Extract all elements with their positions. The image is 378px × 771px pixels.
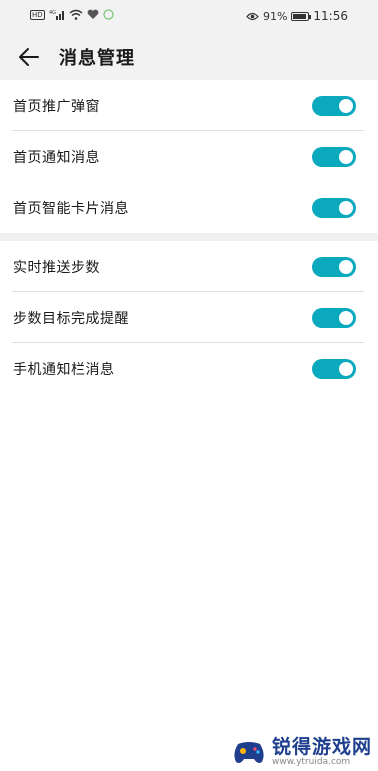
hd-icon: HD [30, 9, 45, 20]
eye-icon [246, 12, 259, 21]
battery-icon [291, 11, 312, 21]
watermark: 锐得游戏网 www.ytruida.com [232, 737, 372, 767]
setting-row-home-notification: 首页通知消息 [0, 131, 378, 182]
setting-label: 首页推广弹窗 [13, 98, 100, 115]
status-right-indicators: 91% 11:56 [246, 9, 348, 23]
watermark-text: 锐得游戏网 www.ytruida.com [272, 737, 372, 767]
status-left-indicators: HD 4G [30, 9, 114, 20]
toggle-knob [339, 200, 353, 215]
toggle-knob [339, 259, 353, 274]
title-bar: 消息管理 [0, 32, 378, 80]
setting-row-home-promo-popup: 首页推广弹窗 [0, 80, 378, 131]
phone-notification-bar-toggle[interactable] [312, 358, 356, 379]
svg-text:4G: 4G [49, 10, 56, 16]
setting-label: 步数目标完成提醒 [13, 310, 129, 327]
group-separator [0, 233, 378, 241]
realtime-steps-toggle[interactable] [312, 256, 356, 277]
toggle-knob [339, 98, 353, 113]
toggle-knob [339, 310, 353, 325]
status-bar: HD 4G 91% 11:56 [0, 0, 378, 32]
page-title: 消息管理 [59, 48, 135, 69]
setting-row-step-goal-reminder: 步数目标完成提醒 [0, 292, 378, 343]
gamepad-logo-icon [232, 738, 266, 766]
settings-group-home: 首页推广弹窗 首页通知消息 首页智能卡片消息 [0, 80, 378, 233]
wifi-icon [69, 9, 83, 20]
setting-label: 首页通知消息 [13, 149, 100, 166]
setting-label: 实时推送步数 [13, 259, 100, 276]
mobile-signal-icon: 4G [49, 9, 65, 20]
arrow-left-icon[interactable] [16, 44, 42, 70]
watermark-url: www.ytruida.com [271, 757, 351, 767]
settings-group-steps: 实时推送步数 步数目标完成提醒 手机通知栏消息 [0, 241, 378, 394]
home-promo-popup-toggle[interactable] [312, 95, 356, 116]
home-smart-card-toggle[interactable] [312, 197, 356, 218]
setting-label: 首页智能卡片消息 [13, 200, 129, 217]
watermark-name: 锐得游戏网 [271, 736, 372, 758]
setting-row-phone-notification-bar: 手机通知栏消息 [0, 343, 378, 394]
setting-label: 手机通知栏消息 [13, 361, 115, 378]
home-notification-toggle[interactable] [312, 146, 356, 167]
setting-row-realtime-steps: 实时推送步数 [0, 241, 378, 292]
toggle-knob [339, 361, 353, 376]
battery-percent: 91% [262, 9, 288, 23]
app-notification-icon [103, 9, 114, 20]
toggle-knob [339, 149, 353, 164]
heart-icon [87, 9, 99, 20]
setting-row-home-smart-card: 首页智能卡片消息 [0, 182, 378, 233]
step-goal-reminder-toggle[interactable] [312, 307, 356, 328]
clock: 11:56 [313, 9, 348, 23]
